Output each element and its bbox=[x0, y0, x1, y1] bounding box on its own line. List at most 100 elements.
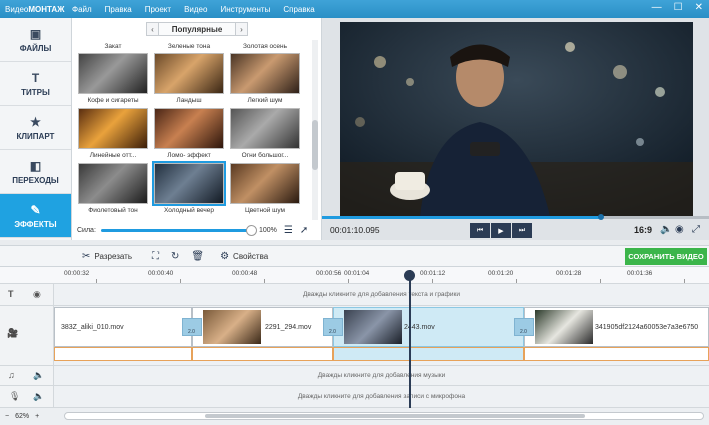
sidebar-item-clipart[interactable]: ★ КЛИПАРТ bbox=[0, 106, 71, 150]
skip-forward-icon: ⏭ bbox=[518, 226, 526, 234]
ruler-tick bbox=[180, 279, 181, 283]
title-bar: ВидеоМОНТАЖ Файл Правка Проект Видео Инс… bbox=[0, 0, 709, 18]
video-clip[interactable]: 2291_294.mov bbox=[192, 307, 333, 347]
skip-back-button[interactable]: ⏮ bbox=[470, 223, 490, 238]
transition-marker[interactable]: 2.0 bbox=[182, 318, 202, 336]
timeline-scrollbar[interactable] bbox=[64, 412, 704, 420]
mic-track-body[interactable]: Дважды кликните для добавления записи с … bbox=[54, 386, 709, 407]
text-track-hint: Дважды кликните для добавления текста и … bbox=[302, 291, 460, 298]
ruler-tick-label: 00:00:56 bbox=[316, 270, 342, 277]
mic-track: 🎙 🔈 Дважды кликните для добавления запис… bbox=[0, 386, 709, 408]
effects-gallery: ‹ Популярные › Закат Зеленые тона Золота… bbox=[72, 18, 322, 240]
edit-toolbar: ✂ Разрезать ⛶ ↻ 🗑 ⚙ Свойства СОХРАНИТЬ В… bbox=[0, 245, 709, 267]
strength-label: Сила: bbox=[77, 227, 96, 234]
effect-thumbnail[interactable] bbox=[230, 53, 300, 94]
zoom-out-button[interactable]: − bbox=[5, 413, 9, 420]
maximize-icon[interactable]: ☐ bbox=[674, 2, 683, 13]
equalizer-icon[interactable]: ☰ bbox=[284, 225, 293, 236]
aspect-ratio[interactable]: 16:9 bbox=[634, 225, 652, 235]
pin-icon[interactable]: ➚ bbox=[300, 225, 308, 236]
sidebar-item-titles[interactable]: T ТИТРЫ bbox=[0, 62, 71, 106]
ruler-tick bbox=[516, 279, 517, 283]
video-frame bbox=[340, 22, 693, 216]
play-button[interactable]: ▶ bbox=[491, 223, 511, 238]
menu-tools[interactable]: Инструменты bbox=[220, 5, 270, 14]
category-prev-button[interactable]: ‹ bbox=[146, 22, 159, 36]
music-track-body[interactable]: Дважды кликните для добавления музыки bbox=[54, 366, 709, 385]
preview-panel: 00:01:10.095 ⏮ ▶ ⏭ 16:9 🔈 ◉ ⤢ bbox=[322, 18, 709, 240]
strength-slider-handle[interactable] bbox=[246, 225, 257, 236]
clip-audio-strip[interactable] bbox=[54, 347, 192, 361]
video-clip[interactable]: 383Z_aliki_010.mov bbox=[54, 307, 192, 347]
ruler-tick-label: 00:01:12 bbox=[420, 270, 446, 277]
strength-control: Сила: 100% ☰ ➚ bbox=[72, 221, 322, 240]
menu-project[interactable]: Проект bbox=[145, 5, 171, 14]
rotate-icon[interactable]: ↻ bbox=[171, 251, 179, 262]
playhead-handle[interactable] bbox=[404, 270, 415, 281]
menu-edit[interactable]: Правка bbox=[105, 5, 132, 14]
save-video-button[interactable]: СОХРАНИТЬ ВИДЕО bbox=[625, 248, 707, 265]
effect-thumbnail[interactable] bbox=[78, 108, 148, 149]
text-track-body[interactable]: Дважды кликните для добавления текста и … bbox=[54, 284, 709, 305]
crop-icon[interactable]: ⛶ bbox=[152, 251, 159, 262]
clip-audio-strip[interactable] bbox=[333, 347, 524, 361]
eye-icon[interactable]: ◉ bbox=[33, 289, 41, 300]
strength-slider[interactable] bbox=[101, 225, 257, 236]
effect-thumbnail-selected[interactable] bbox=[152, 161, 226, 206]
effect-thumbnail[interactable] bbox=[230, 108, 300, 149]
volume-icon[interactable]: 🔈 bbox=[33, 370, 44, 381]
category-next-button[interactable]: › bbox=[235, 22, 248, 36]
music-track-header: ♫ 🔈 bbox=[0, 366, 54, 385]
zoom-in-button[interactable]: + bbox=[35, 413, 39, 420]
clip-thumbnail bbox=[535, 310, 593, 344]
trash-icon[interactable]: 🗑 bbox=[191, 251, 204, 262]
video-clip-selected[interactable]: 2443.mov bbox=[333, 307, 524, 347]
camera-icon: 🎥 bbox=[7, 328, 19, 338]
effect-thumbnail[interactable] bbox=[78, 53, 148, 94]
transition-marker[interactable]: 2.0 bbox=[323, 318, 343, 336]
clip-audio-strip[interactable] bbox=[192, 347, 333, 361]
snapshot-icon[interactable]: ◉ bbox=[675, 224, 684, 235]
cut-button[interactable]: ✂ Разрезать bbox=[82, 251, 132, 262]
fullscreen-icon[interactable]: ⤢ bbox=[692, 224, 700, 235]
app-logo: ВидеоМОНТАЖ bbox=[5, 4, 65, 14]
sidebar-item-transitions[interactable]: ◧ ПЕРЕХОДЫ bbox=[0, 150, 71, 194]
transition-marker[interactable]: 2.0 bbox=[514, 318, 534, 336]
effect-thumbnail[interactable] bbox=[230, 163, 300, 204]
timeline-scroll-thumb[interactable] bbox=[205, 414, 585, 418]
text-icon: T bbox=[8, 289, 14, 299]
effect-label: Холодный вечер bbox=[164, 207, 214, 214]
properties-button[interactable]: ⚙ Свойства bbox=[220, 251, 268, 262]
effect-thumbnail[interactable] bbox=[154, 53, 224, 94]
video-preview[interactable] bbox=[340, 22, 693, 216]
effect-label: Легкий шум bbox=[247, 97, 283, 104]
playback-controls: 00:01:10.095 ⏮ ▶ ⏭ 16:9 🔈 ◉ ⤢ bbox=[322, 219, 709, 240]
ruler-tick bbox=[264, 279, 265, 283]
gallery-scroll-thumb[interactable] bbox=[312, 120, 318, 170]
sidebar-item-files[interactable]: ▣ ФАЙЛЫ bbox=[0, 18, 71, 62]
volume-icon[interactable]: 🔈 bbox=[660, 224, 672, 235]
clip-thumbnail bbox=[203, 310, 261, 344]
close-icon[interactable]: ✕ bbox=[695, 2, 703, 13]
menu-video[interactable]: Видео bbox=[184, 5, 207, 14]
playhead[interactable] bbox=[409, 270, 411, 410]
video-clip[interactable]: 341905df2124a60053e7a3e6750 bbox=[524, 307, 709, 347]
ruler-tick-label: 00:00:32 bbox=[64, 270, 90, 277]
sidebar-item-effects[interactable]: ✎ ЭФФЕКТЫ bbox=[0, 194, 71, 238]
effect-thumbnail[interactable] bbox=[78, 163, 148, 204]
effect-label: Огни большог... bbox=[241, 152, 289, 159]
effect-thumbnail[interactable] bbox=[154, 108, 224, 149]
minimize-icon[interactable]: — bbox=[652, 2, 662, 13]
ruler-tick bbox=[432, 279, 433, 283]
volume-icon[interactable]: 🔈 bbox=[33, 391, 44, 402]
timeline-ruler[interactable]: 00:00:32 00:00:40 00:00:48 00:00:56 00:0… bbox=[0, 267, 709, 284]
gallery-scrollbar[interactable] bbox=[312, 40, 318, 220]
strength-value: 100% bbox=[259, 227, 277, 234]
menu-file[interactable]: Файл bbox=[72, 5, 92, 14]
menu-help[interactable]: Справка bbox=[283, 5, 314, 14]
skip-forward-button[interactable]: ⏭ bbox=[512, 223, 532, 238]
clip-audio-strip[interactable] bbox=[524, 347, 709, 361]
ruler-tick-label: 00:01:20 bbox=[488, 270, 514, 277]
effect-label: Золотая осень bbox=[242, 43, 288, 50]
menu-bar: Файл Правка Проект Видео Инструменты Спр… bbox=[72, 5, 315, 14]
